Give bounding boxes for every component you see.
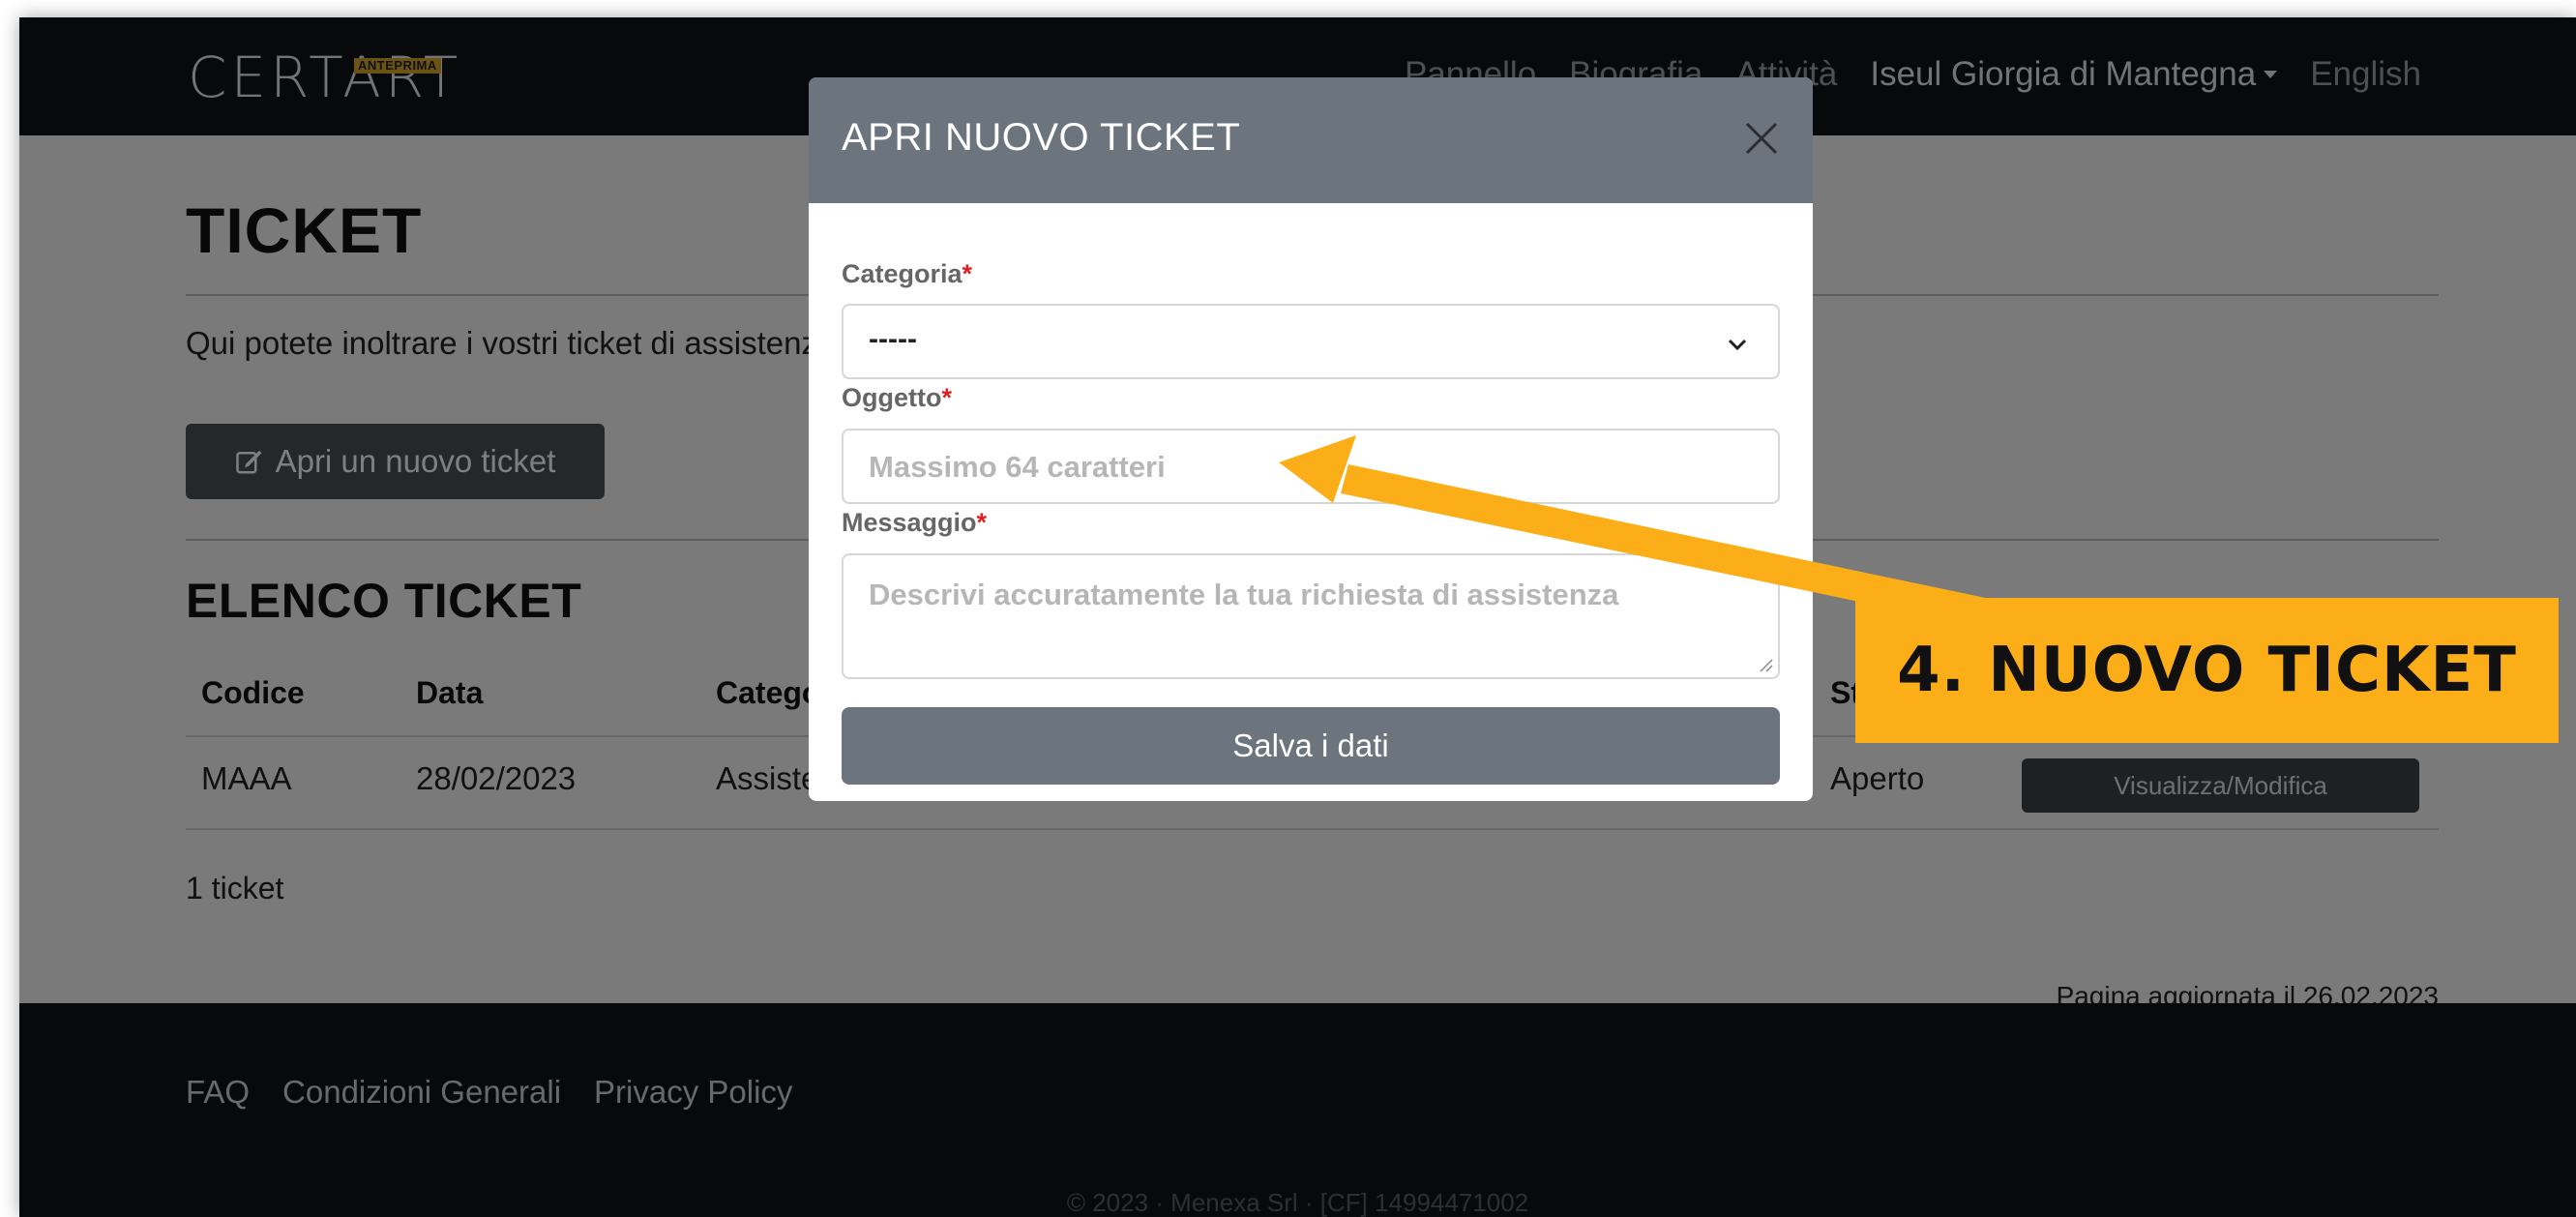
- subject-label-text: Oggetto: [842, 383, 942, 412]
- modal-title: APRI NUOVO TICKET: [842, 116, 1241, 159]
- category-selected-value: -----: [869, 323, 917, 355]
- required-mark: *: [976, 508, 988, 537]
- resize-handle-icon[interactable]: [1757, 656, 1774, 673]
- subject-placeholder: Massimo 64 caratteri: [869, 450, 1166, 484]
- required-mark: *: [941, 383, 952, 412]
- chevron-down-icon: [1728, 339, 1747, 351]
- subject-label: Oggetto*: [842, 383, 952, 413]
- new-ticket-modal: APRI NUOVO TICKET Categoria* ----- Ogget…: [809, 77, 1813, 801]
- category-label-text: Categoria: [842, 259, 962, 288]
- annotation-callout: 4. NUOVO TICKET: [1855, 598, 2559, 743]
- message-textarea[interactable]: Descrivi accuratamente la tua richiesta …: [842, 553, 1780, 679]
- message-label: Messaggio*: [842, 508, 987, 538]
- required-mark: *: [962, 259, 973, 288]
- category-label: Categoria*: [842, 259, 972, 289]
- close-icon[interactable]: [1737, 114, 1786, 163]
- category-select[interactable]: -----: [842, 304, 1780, 379]
- subject-input[interactable]: Massimo 64 caratteri: [842, 429, 1780, 504]
- save-button[interactable]: Salva i dati: [842, 707, 1780, 785]
- modal-header: APRI NUOVO TICKET: [809, 77, 1813, 203]
- message-placeholder: Descrivi accuratamente la tua richiesta …: [869, 578, 1619, 611]
- annotation-callout-text: 4. NUOVO TICKET: [1897, 635, 2517, 706]
- message-label-text: Messaggio: [842, 508, 977, 537]
